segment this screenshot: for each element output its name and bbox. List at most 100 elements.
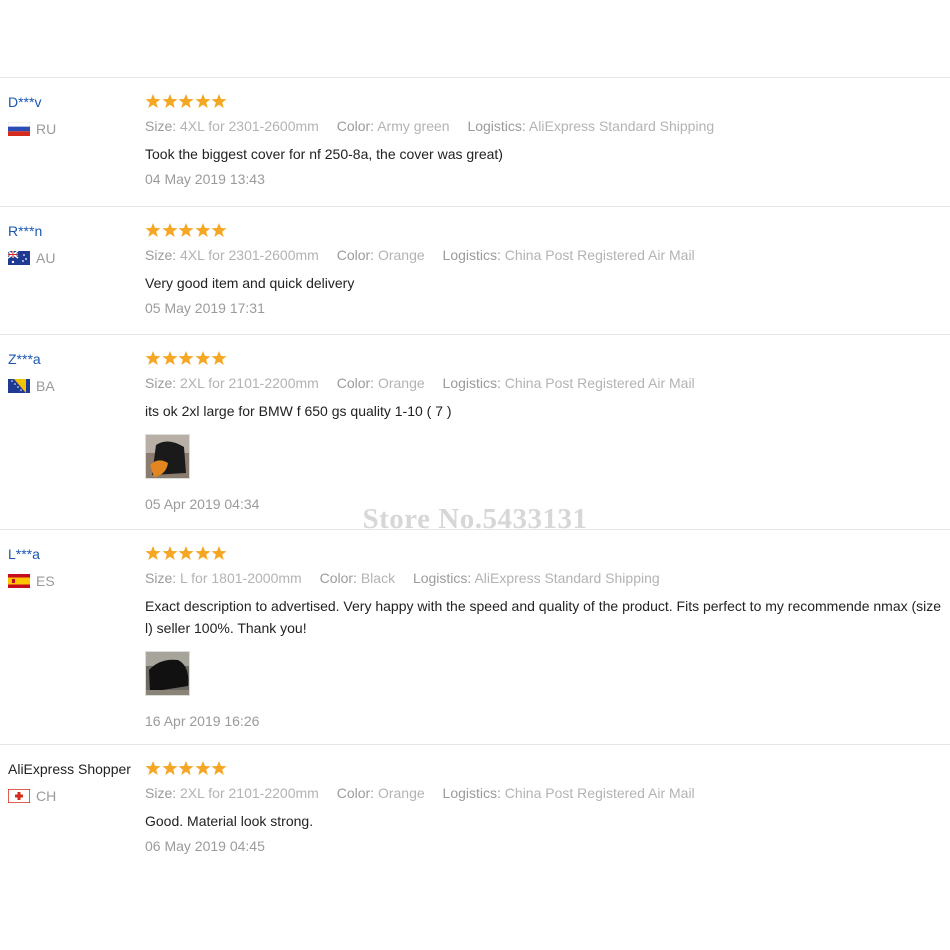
star-icon bbox=[178, 761, 194, 775]
flag-es-icon bbox=[8, 574, 30, 588]
star-icon bbox=[145, 546, 161, 560]
star-icon bbox=[195, 546, 210, 560]
review-body: Size: 2XL for 2101-2200mm Color: Orange … bbox=[145, 350, 950, 513]
review-photo[interactable] bbox=[145, 434, 190, 479]
review-item: Z***a BA Size: 2XL for 2101-2200mm Color… bbox=[0, 334, 950, 529]
star-icon bbox=[178, 94, 194, 108]
star-icon bbox=[145, 351, 161, 365]
reviewer-name[interactable]: L***a bbox=[8, 545, 148, 563]
reviewer-info: D***v RU bbox=[8, 93, 148, 137]
star-icon bbox=[195, 223, 210, 237]
color-label: Color: bbox=[336, 375, 375, 391]
review-text: Exact description to advertised. Very ha… bbox=[145, 598, 942, 636]
reviewer-name[interactable]: Z***a bbox=[8, 350, 148, 368]
logistics-label: Logistics: bbox=[442, 247, 501, 263]
review-text: Took the biggest cover for nf 250-8a, th… bbox=[145, 146, 503, 162]
review-item: AliExpress Shopper CH Size: 2XL for 2101… bbox=[0, 744, 950, 874]
star-icon bbox=[178, 223, 194, 237]
reviewer-country: BA bbox=[8, 378, 148, 394]
size-value: 4XL for 2301-2600mm bbox=[180, 118, 319, 134]
star-icon bbox=[162, 761, 177, 775]
logistics-label: Logistics: bbox=[442, 375, 501, 391]
color-label: Color: bbox=[336, 247, 375, 263]
order-details: Size: L for 1801-2000mm Color: Black Log… bbox=[145, 569, 950, 587]
star-icon bbox=[211, 761, 227, 775]
reviewer-country: AU bbox=[8, 250, 148, 266]
size-value: L for 1801-2000mm bbox=[180, 570, 302, 586]
reviewer-info: Z***a BA bbox=[8, 350, 148, 394]
star-rating bbox=[145, 222, 950, 238]
size-label: Size: bbox=[145, 375, 177, 391]
review-body: Size: 4XL for 2301-2600mm Color: Army gr… bbox=[145, 93, 950, 188]
star-rating bbox=[145, 545, 950, 561]
order-details: Size: 4XL for 2301-2600mm Color: Army gr… bbox=[145, 117, 950, 135]
star-rating bbox=[145, 760, 950, 776]
country-code: AU bbox=[36, 250, 56, 266]
review-list: D***v RU Size: 4XL for 2301-2600mm Color… bbox=[0, 77, 950, 874]
star-icon bbox=[211, 94, 227, 108]
review-text: Good. Material look strong. bbox=[145, 813, 314, 829]
size-label: Size: bbox=[145, 570, 177, 586]
logistics-value: China Post Registered Air Mail bbox=[504, 785, 695, 801]
review-date: 06 May 2019 04:45 bbox=[145, 838, 265, 854]
reviewer-info: AliExpress Shopper CH bbox=[8, 760, 148, 804]
order-details: Size: 4XL for 2301-2600mm Color: Orange … bbox=[145, 246, 950, 264]
review-item: R***n AU Size: 4XL for 2301-2600mm Color… bbox=[0, 206, 950, 334]
star-icon bbox=[178, 546, 194, 560]
flag-ba-icon bbox=[8, 379, 30, 393]
order-details: Size: 2XL for 2101-2200mm Color: Orange … bbox=[145, 374, 950, 392]
review-date: 05 Apr 2019 04:34 bbox=[145, 496, 260, 512]
country-code: CH bbox=[36, 788, 57, 804]
star-icon bbox=[162, 223, 177, 237]
size-value: 2XL for 2101-2200mm bbox=[180, 375, 319, 391]
reviewer-name[interactable]: R***n bbox=[8, 222, 148, 240]
logistics-value: China Post Registered Air Mail bbox=[504, 247, 695, 263]
star-rating bbox=[145, 93, 950, 109]
color-label: Color: bbox=[336, 785, 375, 801]
logistics-label: Logistics: bbox=[442, 785, 501, 801]
star-icon bbox=[162, 94, 177, 108]
review-text: Very good item and quick delivery bbox=[145, 275, 355, 291]
review-item: L***a ES Size: L for 1801-2000mm Color: … bbox=[0, 529, 950, 744]
star-icon bbox=[145, 94, 161, 108]
logistics-label: Logistics: bbox=[412, 570, 472, 586]
star-icon bbox=[178, 351, 194, 365]
star-icon bbox=[145, 761, 161, 775]
flag-ru-icon bbox=[8, 122, 30, 136]
country-code: ES bbox=[36, 573, 55, 589]
flag-au-icon bbox=[8, 251, 30, 265]
star-icon bbox=[211, 223, 227, 237]
country-code: BA bbox=[36, 378, 55, 394]
size-value: 2XL for 2101-2200mm bbox=[180, 785, 319, 801]
size-label: Size: bbox=[145, 247, 177, 263]
color-value: Orange bbox=[377, 375, 425, 391]
review-photo[interactable] bbox=[145, 651, 190, 696]
reviewer-info: R***n AU bbox=[8, 222, 148, 266]
size-label: Size: bbox=[145, 785, 177, 801]
logistics-label: Logistics: bbox=[467, 118, 526, 134]
star-icon bbox=[211, 351, 227, 365]
reviewer-country: ES bbox=[8, 573, 148, 589]
color-value: Army green bbox=[377, 118, 450, 134]
review-date: 04 May 2019 13:43 bbox=[145, 171, 265, 187]
star-icon bbox=[195, 761, 210, 775]
country-code: RU bbox=[36, 121, 57, 137]
star-icon bbox=[195, 94, 210, 108]
review-body: Size: 2XL for 2101-2200mm Color: Orange … bbox=[145, 760, 950, 855]
star-icon bbox=[162, 546, 177, 560]
color-value: Orange bbox=[377, 247, 425, 263]
review-date: 05 May 2019 17:31 bbox=[145, 300, 265, 316]
reviewer-name[interactable]: D***v bbox=[8, 93, 148, 111]
reviewer-country: CH bbox=[8, 788, 148, 804]
reviewer-name[interactable]: AliExpress Shopper bbox=[8, 760, 148, 778]
order-details: Size: 2XL for 2101-2200mm Color: Orange … bbox=[145, 784, 950, 802]
color-label: Color: bbox=[336, 118, 375, 134]
size-label: Size: bbox=[145, 118, 177, 134]
color-value: Orange bbox=[377, 785, 425, 801]
review-date: 16 Apr 2019 16:26 bbox=[145, 713, 260, 729]
star-icon bbox=[145, 223, 161, 237]
logistics-value: AliExpress Standard Shipping bbox=[474, 570, 660, 586]
flag-ch-icon bbox=[8, 789, 30, 803]
reviewer-country: RU bbox=[8, 121, 148, 137]
star-icon bbox=[211, 546, 227, 560]
